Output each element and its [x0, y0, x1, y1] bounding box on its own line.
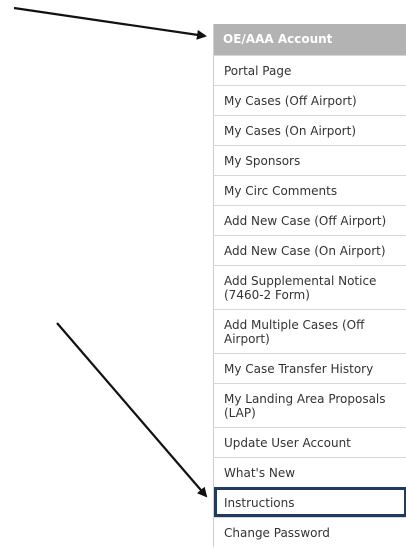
menu-item-label: Portal Page — [224, 63, 292, 78]
menu-item-change-password[interactable]: Change Password — [214, 517, 406, 547]
menu-item-label: Change Password — [224, 525, 330, 540]
menu-item-label: What's New — [224, 465, 296, 480]
menu-item-add-new-case-on-airport[interactable]: Add New Case (On Airport) — [214, 235, 406, 265]
menu-item-label: My Landing Area Proposals (LAP) — [224, 391, 386, 420]
menu-item-label: My Cases (Off Airport) — [224, 93, 357, 108]
menu-item-my-landing-area-proposals[interactable]: My Landing Area Proposals (LAP) — [214, 383, 406, 427]
menu-item-label: Instructions — [224, 495, 295, 510]
account-menu: OE/AAA Account Portal Page My Cases (Off… — [213, 24, 406, 547]
menu-item-label: Add Multiple Cases (Off Airport) — [224, 317, 365, 346]
menu-item-add-supplemental-notice[interactable]: Add Supplemental Notice (7460-2 Form) — [214, 265, 406, 309]
menu-item-my-cases-on-airport[interactable]: My Cases (On Airport) — [214, 115, 406, 145]
menu-item-add-multiple-cases[interactable]: Add Multiple Cases (Off Airport) — [214, 309, 406, 353]
menu-item-label: Add New Case (Off Airport) — [224, 213, 387, 228]
menu-header: OE/AAA Account — [214, 24, 406, 55]
menu-item-label: Add New Case (On Airport) — [224, 243, 386, 258]
menu-item-my-sponsors[interactable]: My Sponsors — [214, 145, 406, 175]
menu-item-add-new-case-off-airport[interactable]: Add New Case (Off Airport) — [214, 205, 406, 235]
menu-item-update-user-account[interactable]: Update User Account — [214, 427, 406, 457]
arrow-to-instructions — [56, 322, 208, 498]
menu-item-my-cases-off-airport[interactable]: My Cases (Off Airport) — [214, 85, 406, 115]
menu-item-label: My Sponsors — [224, 153, 301, 168]
menu-item-portal-page[interactable]: Portal Page — [214, 55, 406, 85]
menu-item-label: My Circ Comments — [224, 183, 338, 198]
menu-item-label: Add Supplemental Notice (7460-2 Form) — [224, 273, 377, 302]
menu-item-label: My Case Transfer History — [224, 361, 374, 376]
menu-item-my-circ-comments[interactable]: My Circ Comments — [214, 175, 406, 205]
menu-item-label: Update User Account — [224, 435, 351, 450]
menu-item-whats-new[interactable]: What's New — [214, 457, 406, 487]
menu-item-instructions[interactable]: Instructions — [214, 487, 406, 517]
menu-item-label: My Cases (On Airport) — [224, 123, 357, 138]
menu-item-my-case-transfer-history[interactable]: My Case Transfer History — [214, 353, 406, 383]
arrow-to-header — [13, 6, 207, 40]
